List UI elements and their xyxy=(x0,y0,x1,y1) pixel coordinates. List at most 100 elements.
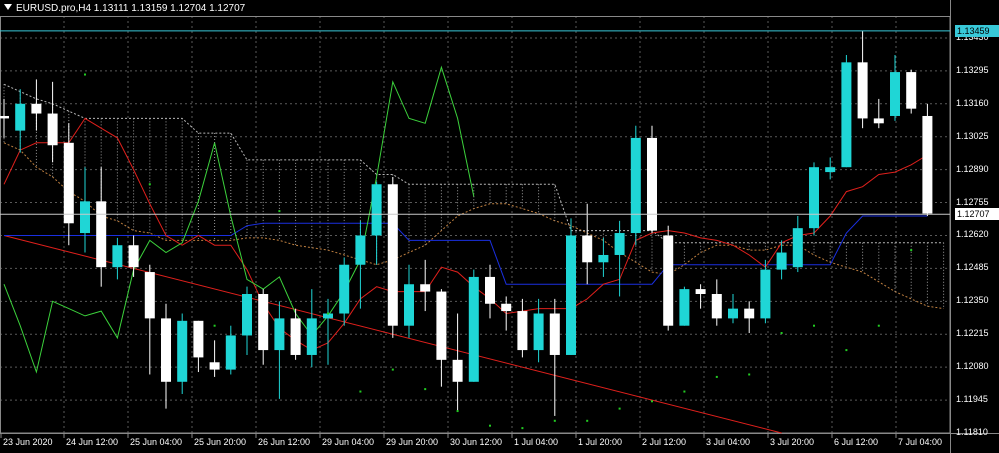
symbol-ohlc-text: EURUSD.pro,H4 1.13111 1.13159 1.12704 1.… xyxy=(16,3,246,14)
candle-body xyxy=(63,142,74,224)
fractal-dot xyxy=(553,419,556,422)
candle-body xyxy=(549,313,560,355)
candle-body xyxy=(144,272,155,319)
candle-body xyxy=(290,318,301,355)
candle-body xyxy=(873,118,884,124)
candle-body xyxy=(80,201,90,234)
candle-body xyxy=(306,318,317,355)
ask-price-badge: 1.13459 xyxy=(955,24,999,37)
candle-body xyxy=(663,235,674,326)
fractal-dot xyxy=(521,427,524,430)
fractal-dot xyxy=(877,324,880,327)
candle-body xyxy=(339,264,350,314)
candle-body xyxy=(841,62,852,168)
candle-body xyxy=(533,313,544,351)
price-tick-label: 1.12080 xyxy=(956,361,989,372)
candle-body xyxy=(566,235,576,355)
candle-body xyxy=(274,318,285,351)
candle-body xyxy=(695,289,706,294)
time-tick-label: 26 Jun 12:00 xyxy=(258,437,311,447)
price-tick-label: 1.12620 xyxy=(956,229,989,240)
candle-body xyxy=(647,137,657,231)
kijun-sen-line xyxy=(4,215,928,285)
candle-body xyxy=(355,235,366,265)
price-tick-label: 1.12350 xyxy=(956,295,989,306)
candle-body xyxy=(890,72,900,116)
time-tick-label: 6 Jul 12:00 xyxy=(834,437,879,447)
tenkan-sen-line xyxy=(3,117,928,351)
price-chart[interactable] xyxy=(0,0,999,453)
candle-body xyxy=(598,254,609,263)
fractal-dot xyxy=(748,373,751,376)
candle-body xyxy=(404,284,414,326)
candle-body xyxy=(209,362,220,370)
fractal-dot xyxy=(651,400,653,403)
candle-body xyxy=(128,245,139,268)
candle-body xyxy=(776,252,787,270)
fractal-dot xyxy=(148,183,151,186)
fractal-dot xyxy=(586,419,589,422)
symbol-header: EURUSD.pro,H4 1.13111 1.13159 1.12704 1.… xyxy=(4,3,245,14)
candle-body xyxy=(258,294,269,351)
time-tick-label: 29 Jun 04:00 xyxy=(322,437,375,447)
price-tick-label: 1.12890 xyxy=(956,163,989,174)
candle-body xyxy=(792,228,803,268)
time-tick-label: 25 Jun 04:00 xyxy=(130,437,183,447)
candle-body xyxy=(31,103,42,114)
price-tick-label: 1.13025 xyxy=(956,130,989,141)
candle-body xyxy=(161,318,171,382)
candle-body xyxy=(517,311,528,351)
candle-body xyxy=(760,269,771,319)
time-tick-label: 29 Jun 20:00 xyxy=(386,437,439,447)
fractal-dot xyxy=(327,312,329,315)
candle-body xyxy=(728,308,738,319)
price-tick-label: 1.12485 xyxy=(956,262,989,273)
candle-body xyxy=(96,201,107,268)
fractal-dot xyxy=(456,410,459,413)
fractal-dot xyxy=(715,375,718,378)
fractal-dot xyxy=(391,368,394,371)
candle-body xyxy=(711,294,722,319)
candle-body xyxy=(630,137,641,234)
fractal-dot xyxy=(683,390,686,393)
candle-body xyxy=(371,184,382,236)
fractal-dot xyxy=(813,324,815,327)
candle-body xyxy=(825,167,836,173)
time-tick-label: 30 Jun 12:00 xyxy=(450,437,503,447)
bid-price-badge: 1.12707 xyxy=(955,208,999,221)
price-tick-label: 1.11945 xyxy=(956,394,988,405)
time-tick-label: 3 Jul 04:00 xyxy=(706,437,751,447)
candle-body xyxy=(15,103,26,131)
price-tick-label: 1.13160 xyxy=(956,97,989,108)
fractal-dot xyxy=(213,324,216,327)
candle-body xyxy=(906,72,917,109)
candle-body xyxy=(225,335,236,370)
candle-body xyxy=(744,308,755,319)
candle-body xyxy=(501,303,512,312)
fractal-dot xyxy=(618,407,621,410)
candle-body xyxy=(468,276,479,382)
candle-body xyxy=(614,233,625,255)
dropdown-triangle-icon[interactable] xyxy=(4,4,12,10)
price-tick-label: 1.12215 xyxy=(956,328,989,339)
time-tick-label: 24 Jun 12:00 xyxy=(66,437,119,447)
candle-body xyxy=(420,284,431,292)
fractal-dot xyxy=(84,73,86,76)
price-tick-label: 1.11810 xyxy=(956,427,988,437)
senkou-span-b-line xyxy=(3,83,944,244)
candle-body xyxy=(857,62,868,119)
time-tick-label: 2 Jul 12:00 xyxy=(642,437,687,447)
candle-body xyxy=(177,320,188,382)
price-tick-label: 1.12755 xyxy=(956,196,989,207)
time-tick-label: 7 Jul 04:00 xyxy=(898,437,943,447)
candle-body xyxy=(47,113,58,146)
candle-body xyxy=(679,289,690,326)
chart-window[interactable]: EURUSD.pro,H4 1.13111 1.13159 1.12704 1.… xyxy=(0,0,999,453)
candle-body xyxy=(485,276,495,304)
candle-body xyxy=(809,167,819,229)
time-tick-label: 3 Jul 20:00 xyxy=(770,437,815,447)
candle-body xyxy=(387,184,398,326)
fractal-dot xyxy=(424,388,427,391)
candle-body xyxy=(242,294,252,336)
fractal-dot xyxy=(910,249,913,252)
